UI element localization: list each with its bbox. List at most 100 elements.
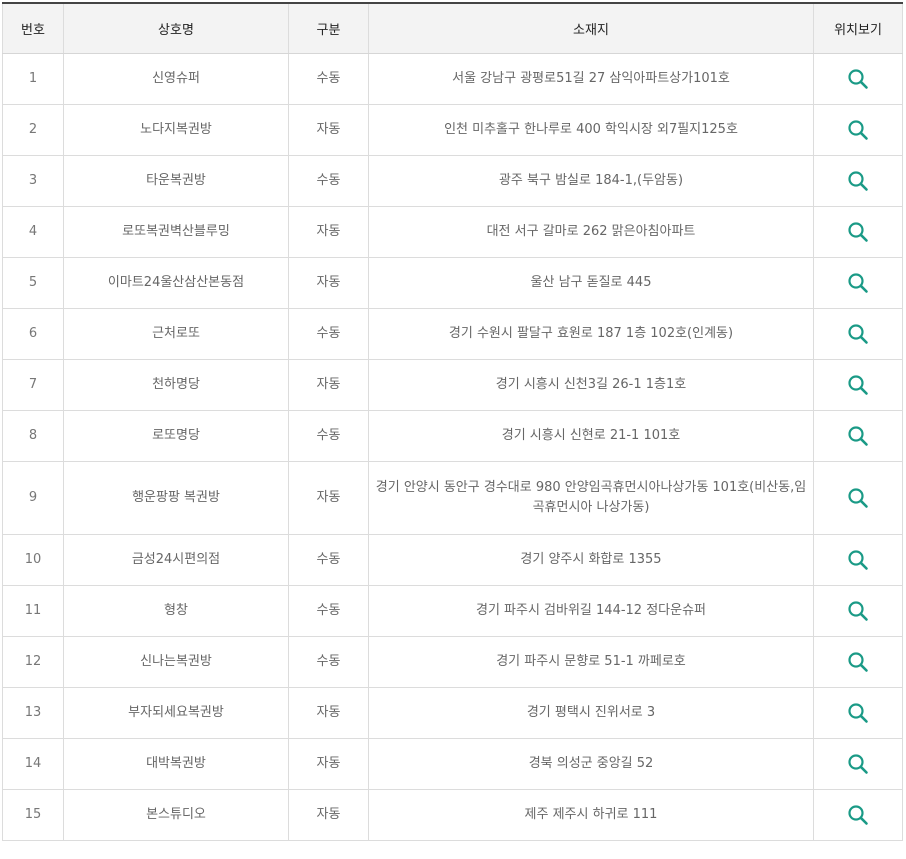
row-address: 광주 북구 밤실로 184-1,(두암동)	[368, 155, 814, 207]
search-icon[interactable]	[847, 68, 869, 90]
row-type: 자동	[288, 206, 369, 258]
table-row: 15 본스튜디오 자동 제주 제주시 하귀로 111	[2, 789, 903, 841]
row-location-cell	[813, 534, 903, 586]
search-icon[interactable]	[847, 374, 869, 396]
row-address: 경기 시흥시 신현로 21-1 101호	[368, 410, 814, 462]
row-address: 경북 의성군 중앙길 52	[368, 738, 814, 790]
table-row: 7 천하명당 자동 경기 시흥시 신천3길 26-1 1층1호	[2, 359, 903, 411]
table-row: 2 노다지복권방 자동 인천 미추홀구 한나루로 400 학익시장 외7필지12…	[2, 104, 903, 156]
table-row: 14 대박복권방 자동 경북 의성군 중앙길 52	[2, 738, 903, 790]
row-type: 수동	[288, 534, 369, 586]
search-icon[interactable]	[847, 651, 869, 673]
row-store-name: 대박복권방	[63, 738, 289, 790]
row-number: 7	[2, 359, 64, 411]
row-location-cell	[813, 738, 903, 790]
row-location-cell	[813, 359, 903, 411]
row-number: 5	[2, 257, 64, 309]
row-number: 9	[2, 461, 64, 535]
row-store-name: 노다지복권방	[63, 104, 289, 156]
row-store-name: 신나는복권방	[63, 636, 289, 688]
row-location-cell	[813, 410, 903, 462]
search-icon[interactable]	[847, 170, 869, 192]
search-icon[interactable]	[847, 804, 869, 826]
row-type: 자동	[288, 104, 369, 156]
row-type: 자동	[288, 687, 369, 739]
row-number: 3	[2, 155, 64, 207]
row-address: 서울 강남구 광평로51길 27 삼익아파트상가101호	[368, 53, 814, 105]
row-address: 경기 안양시 동안구 경수대로 980 안양임곡휴먼시아나상가동 101호(비산…	[368, 461, 814, 535]
row-number: 10	[2, 534, 64, 586]
table-row: 12 신나는복권방 수동 경기 파주시 문향로 51-1 까페로호	[2, 636, 903, 688]
row-number: 6	[2, 308, 64, 360]
header-address: 소재지	[368, 2, 814, 54]
table-row: 11 형창 수동 경기 파주시 검바위길 144-12 정다운슈퍼	[2, 585, 903, 637]
row-location-cell	[813, 687, 903, 739]
row-type: 자동	[288, 359, 369, 411]
row-address: 경기 수원시 팔달구 효원로 187 1층 102호(인계동)	[368, 308, 814, 360]
row-location-cell	[813, 308, 903, 360]
row-number: 2	[2, 104, 64, 156]
row-number: 14	[2, 738, 64, 790]
table-row: 9 행운팡팡 복권방 자동 경기 안양시 동안구 경수대로 980 안양임곡휴먼…	[2, 461, 903, 535]
table-row: 13 부자되세요복권방 자동 경기 평택시 진위서로 3	[2, 687, 903, 739]
row-store-name: 형창	[63, 585, 289, 637]
search-icon[interactable]	[847, 323, 869, 345]
row-location-cell	[813, 789, 903, 841]
row-address: 인천 미추홀구 한나루로 400 학익시장 외7필지125호	[368, 104, 814, 156]
search-icon[interactable]	[847, 753, 869, 775]
row-address: 울산 남구 돋질로 445	[368, 257, 814, 309]
table-row: 3 타운복권방 수동 광주 북구 밤실로 184-1,(두암동)	[2, 155, 903, 207]
table-row: 1 신영슈퍼 수동 서울 강남구 광평로51길 27 삼익아파트상가101호	[2, 53, 903, 105]
header-store-name: 상호명	[63, 2, 289, 54]
header-location: 위치보기	[813, 2, 903, 54]
search-icon[interactable]	[847, 221, 869, 243]
row-type: 자동	[288, 461, 369, 535]
row-location-cell	[813, 104, 903, 156]
row-address: 경기 시흥시 신천3길 26-1 1층1호	[368, 359, 814, 411]
search-icon[interactable]	[847, 487, 869, 509]
row-store-name: 천하명당	[63, 359, 289, 411]
search-icon[interactable]	[847, 119, 869, 141]
row-address: 경기 평택시 진위서로 3	[368, 687, 814, 739]
row-store-name: 타운복권방	[63, 155, 289, 207]
table-row: 8 로또명당 수동 경기 시흥시 신현로 21-1 101호	[2, 410, 903, 462]
row-number: 13	[2, 687, 64, 739]
row-location-cell	[813, 257, 903, 309]
row-store-name: 금성24시편의점	[63, 534, 289, 586]
table-header: 번호 상호명 구분 소재지 위치보기	[2, 2, 903, 54]
row-store-name: 이마트24울산삼산본동점	[63, 257, 289, 309]
row-address: 대전 서구 갈마로 262 맑은아침아파트	[368, 206, 814, 258]
header-row: 번호 상호명 구분 소재지 위치보기	[2, 2, 903, 54]
search-icon[interactable]	[847, 702, 869, 724]
search-icon[interactable]	[847, 272, 869, 294]
winning-stores-table: 번호 상호명 구분 소재지 위치보기 1 신영슈퍼 수동 서울 강남구 광평로5…	[2, 2, 903, 841]
row-address: 경기 파주시 문향로 51-1 까페로호	[368, 636, 814, 688]
table-body: 1 신영슈퍼 수동 서울 강남구 광평로51길 27 삼익아파트상가101호 2…	[2, 53, 903, 841]
row-location-cell	[813, 155, 903, 207]
row-number: 11	[2, 585, 64, 637]
row-store-name: 로또복권벽산블루밍	[63, 206, 289, 258]
row-store-name: 근처로또	[63, 308, 289, 360]
stores-table-container: 번호 상호명 구분 소재지 위치보기 1 신영슈퍼 수동 서울 강남구 광평로5…	[2, 2, 904, 841]
row-number: 15	[2, 789, 64, 841]
row-type: 수동	[288, 410, 369, 462]
row-type: 수동	[288, 636, 369, 688]
row-location-cell	[813, 636, 903, 688]
table-row: 4 로또복권벽산블루밍 자동 대전 서구 갈마로 262 맑은아침아파트	[2, 206, 903, 258]
row-address: 경기 파주시 검바위길 144-12 정다운슈퍼	[368, 585, 814, 637]
row-type: 수동	[288, 585, 369, 637]
row-store-name: 신영슈퍼	[63, 53, 289, 105]
header-type: 구분	[288, 2, 369, 54]
row-address: 제주 제주시 하귀로 111	[368, 789, 814, 841]
row-location-cell	[813, 206, 903, 258]
row-type: 자동	[288, 738, 369, 790]
row-type: 자동	[288, 789, 369, 841]
row-number: 12	[2, 636, 64, 688]
row-address: 경기 양주시 화합로 1355	[368, 534, 814, 586]
row-type: 자동	[288, 257, 369, 309]
row-store-name: 행운팡팡 복권방	[63, 461, 289, 535]
search-icon[interactable]	[847, 549, 869, 571]
search-icon[interactable]	[847, 600, 869, 622]
search-icon[interactable]	[847, 425, 869, 447]
table-row: 5 이마트24울산삼산본동점 자동 울산 남구 돋질로 445	[2, 257, 903, 309]
